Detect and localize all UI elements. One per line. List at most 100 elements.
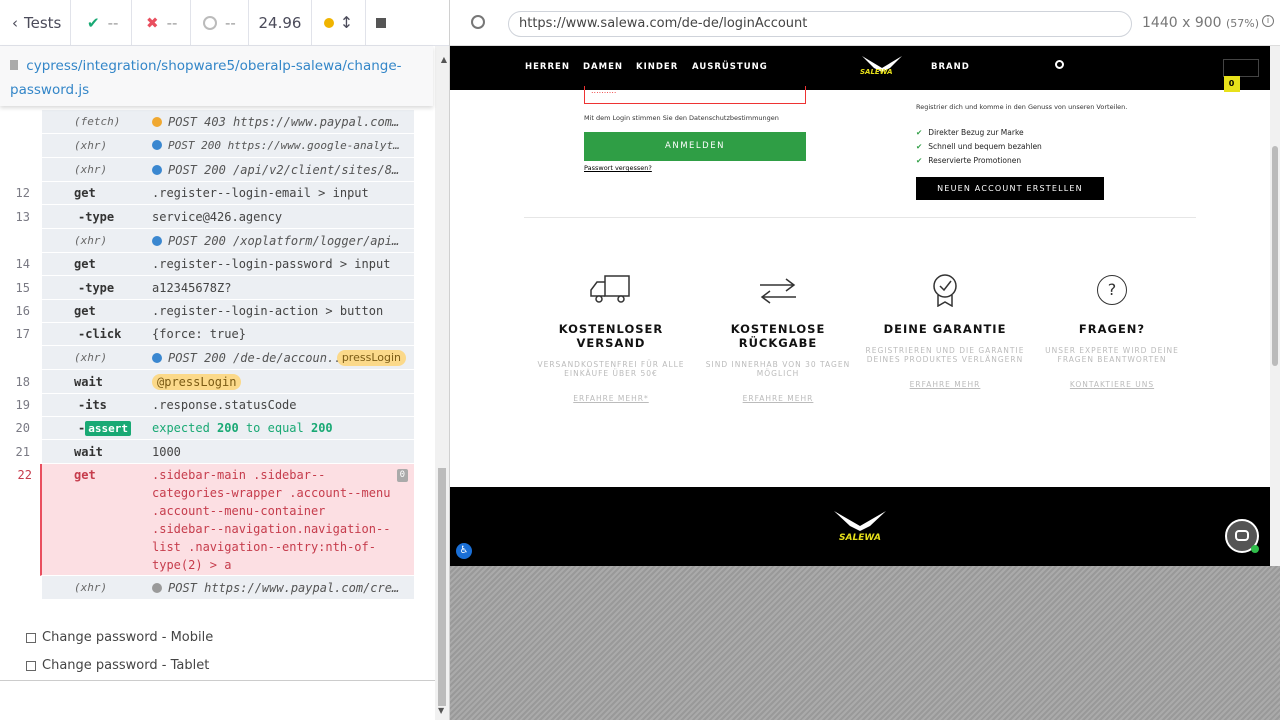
contact-link[interactable]: KONTAKTIERE UNS	[1027, 380, 1197, 389]
command-row-failed[interactable]: 22 get .sidebar-main .sidebar--categorie…	[18, 464, 414, 576]
feature-questions: ? FRAGEN? UNSER EXPERTE WIRD DEINE FRAGE…	[1027, 270, 1197, 389]
duration: 24.96	[249, 0, 312, 46]
tests-label: Tests	[24, 13, 62, 32]
autoscroll-toggle[interactable]: ↕	[312, 0, 366, 46]
info-icon[interactable]: i	[1262, 15, 1274, 27]
command-row[interactable]: 16 get .register--login-action > button	[16, 300, 414, 323]
x-icon: ✖	[146, 13, 159, 32]
test-item[interactable]: Change password - Mobile	[26, 630, 213, 645]
test-item[interactable]: Change password - Tablet	[26, 658, 209, 673]
reporter-panel: ‹ Tests ✔ -- ✖ -- -- 24.96 ↕ cypress/int…	[0, 0, 450, 720]
nav-ausruestung[interactable]: AUSRÜSTUNG	[692, 62, 768, 72]
command-row[interactable]: (xhr) POST https://www.paypal.com/cre...	[42, 576, 414, 600]
command-row[interactable]: 20 - assert expected 200 to equal 200	[16, 417, 414, 440]
passed-count: ✔ --	[71, 0, 132, 46]
check-icon: ✔	[916, 156, 923, 165]
command-row[interactable]: (xhr) POST 200 /de-de/accoun... pressLog…	[42, 346, 414, 370]
badge-icon	[933, 274, 957, 307]
site-logo[interactable]: SALEWA	[860, 54, 904, 84]
search-icon[interactable]	[1055, 60, 1064, 69]
command-row[interactable]: 21 wait 1000	[16, 440, 414, 464]
login-button[interactable]: ANMELDEN	[584, 132, 806, 161]
command-row[interactable]: (xhr) POST 200 /xoplatform/logger/api/lo…	[42, 229, 414, 253]
check-icon: ✔	[87, 13, 100, 32]
status-dot-icon	[152, 117, 162, 127]
aut-viewport: HERREN DAMEN KINDER AUSRÜSTUNG SALEWA BR…	[450, 46, 1270, 566]
forgot-password-link[interactable]: Passwort vergessen?	[584, 164, 652, 172]
nav-brand[interactable]: BRAND	[931, 62, 970, 72]
footer-logo: SALEWA	[832, 509, 888, 543]
assert-badge: assert	[85, 421, 131, 436]
arrows-icon	[760, 278, 796, 304]
checkbox-icon	[26, 660, 36, 671]
url-field[interactable]: https://www.salewa.com/de-de/loginAccoun…	[508, 11, 1132, 37]
spec-path-bar: cypress/integration/shopware5/oberalp-sa…	[0, 46, 447, 106]
viewport-size: 1440 x 900 (57%)	[1142, 15, 1260, 31]
benefit-item: ✔ Schnell und bequem bezahlen	[916, 142, 1042, 151]
cart-button[interactable]: 🛒 0	[1223, 59, 1259, 92]
question-icon: ?	[1097, 275, 1127, 305]
spec-path[interactable]: cypress/integration/shopware5/oberalp-sa…	[10, 58, 402, 98]
status-dot-icon	[152, 140, 162, 150]
arrows-vertical-icon: ↕	[339, 13, 354, 32]
divider	[524, 217, 1196, 218]
learn-more-link[interactable]: ERFAHRE MEHR*	[526, 394, 696, 403]
command-row[interactable]: (xhr) POST 200 /api/v2/client/sites/8...	[42, 158, 414, 182]
status-dot-icon	[323, 17, 334, 28]
scrollbar-thumb[interactable]	[1272, 146, 1278, 366]
nav-herren[interactable]: HERREN	[525, 62, 570, 72]
site-nav: HERREN DAMEN KINDER AUSRÜSTUNG SALEWA BR…	[450, 46, 1270, 92]
truck-icon	[590, 275, 630, 303]
pending-count: --	[191, 0, 249, 46]
learn-more-link[interactable]: ERFAHRE MEHR	[693, 394, 863, 403]
stop-button[interactable]	[366, 0, 396, 46]
chat-icon	[1235, 530, 1249, 541]
tests-button[interactable]: ‹ Tests	[0, 0, 71, 46]
check-icon: ✔	[916, 128, 923, 137]
status-dot-icon	[152, 236, 162, 246]
command-row[interactable]: (fetch) POST 403 https://www.paypal.com/…	[42, 110, 414, 134]
element-count-badge: 0	[396, 469, 408, 482]
command-row[interactable]: 15 -type a12345678Z?	[16, 276, 414, 300]
chat-button[interactable]	[1225, 519, 1259, 553]
benefit-item: ✔ Direkter Bezug zur Marke	[916, 128, 1024, 137]
file-icon	[10, 60, 18, 70]
status-dot-icon	[152, 583, 162, 593]
aut-scrollbar[interactable]	[1270, 46, 1280, 566]
command-row[interactable]: 19 -its .response.statusCode	[16, 394, 414, 417]
benefit-item: ✔ Reservierte Promotionen	[916, 156, 1022, 165]
register-text: Registrier dich und komme in den Genuss …	[916, 103, 1128, 111]
scroll-down-icon[interactable]: ▼	[438, 706, 444, 715]
accessibility-icon[interactable]: ♿	[456, 543, 472, 559]
command-row[interactable]: 12 get .register--login-email > input	[16, 182, 414, 205]
register-button[interactable]: NEUEN ACCOUNT ERSTELLEN	[916, 177, 1104, 200]
nav-damen[interactable]: DAMEN	[583, 62, 623, 72]
status-dot-icon	[152, 165, 162, 175]
reporter-header: ‹ Tests ✔ -- ✖ -- -- 24.96 ↕	[0, 0, 449, 46]
site-footer: SALEWA ♿	[450, 487, 1270, 566]
command-row[interactable]: 17 -click {force: true}	[16, 323, 414, 346]
failed-count: ✖ --	[132, 0, 191, 46]
command-row[interactable]: 13 -type service@426.agency	[16, 205, 414, 229]
spinner-icon	[203, 15, 217, 30]
command-row[interactable]: 14 get .register--login-password > input	[16, 253, 414, 276]
feature-shipping: KOSTENLOSER VERSAND VERSANDKOSTENFREI FÜ…	[526, 270, 696, 403]
crosshair-icon[interactable]	[471, 15, 485, 29]
command-row[interactable]: (xhr) POST 200 https://www.google-analyt…	[42, 134, 414, 158]
check-icon: ✔	[916, 142, 923, 151]
eagle-logo-icon	[834, 511, 886, 531]
command-log: (fetch) POST 403 https://www.paypal.com/…	[16, 110, 414, 600]
alias-badge: @pressLogin	[152, 374, 242, 390]
divider	[0, 680, 435, 681]
feature-returns: KOSTENLOSE RÜCKGABE SIND INNERHAB VON 30…	[693, 270, 863, 403]
learn-more-link[interactable]: ERFAHRE MEHR	[860, 380, 1030, 389]
nav-kinder[interactable]: KINDER	[636, 62, 678, 72]
checkbox-icon	[26, 632, 36, 643]
password-input[interactable]: ..........	[584, 86, 806, 104]
scroll-up-icon[interactable]: ▲	[441, 48, 447, 72]
online-dot-icon	[1251, 545, 1259, 553]
stop-icon	[376, 17, 386, 28]
scrollbar-thumb[interactable]	[438, 468, 446, 706]
status-dot-icon	[152, 353, 162, 363]
command-row[interactable]: 18 wait @pressLogin	[16, 370, 414, 394]
